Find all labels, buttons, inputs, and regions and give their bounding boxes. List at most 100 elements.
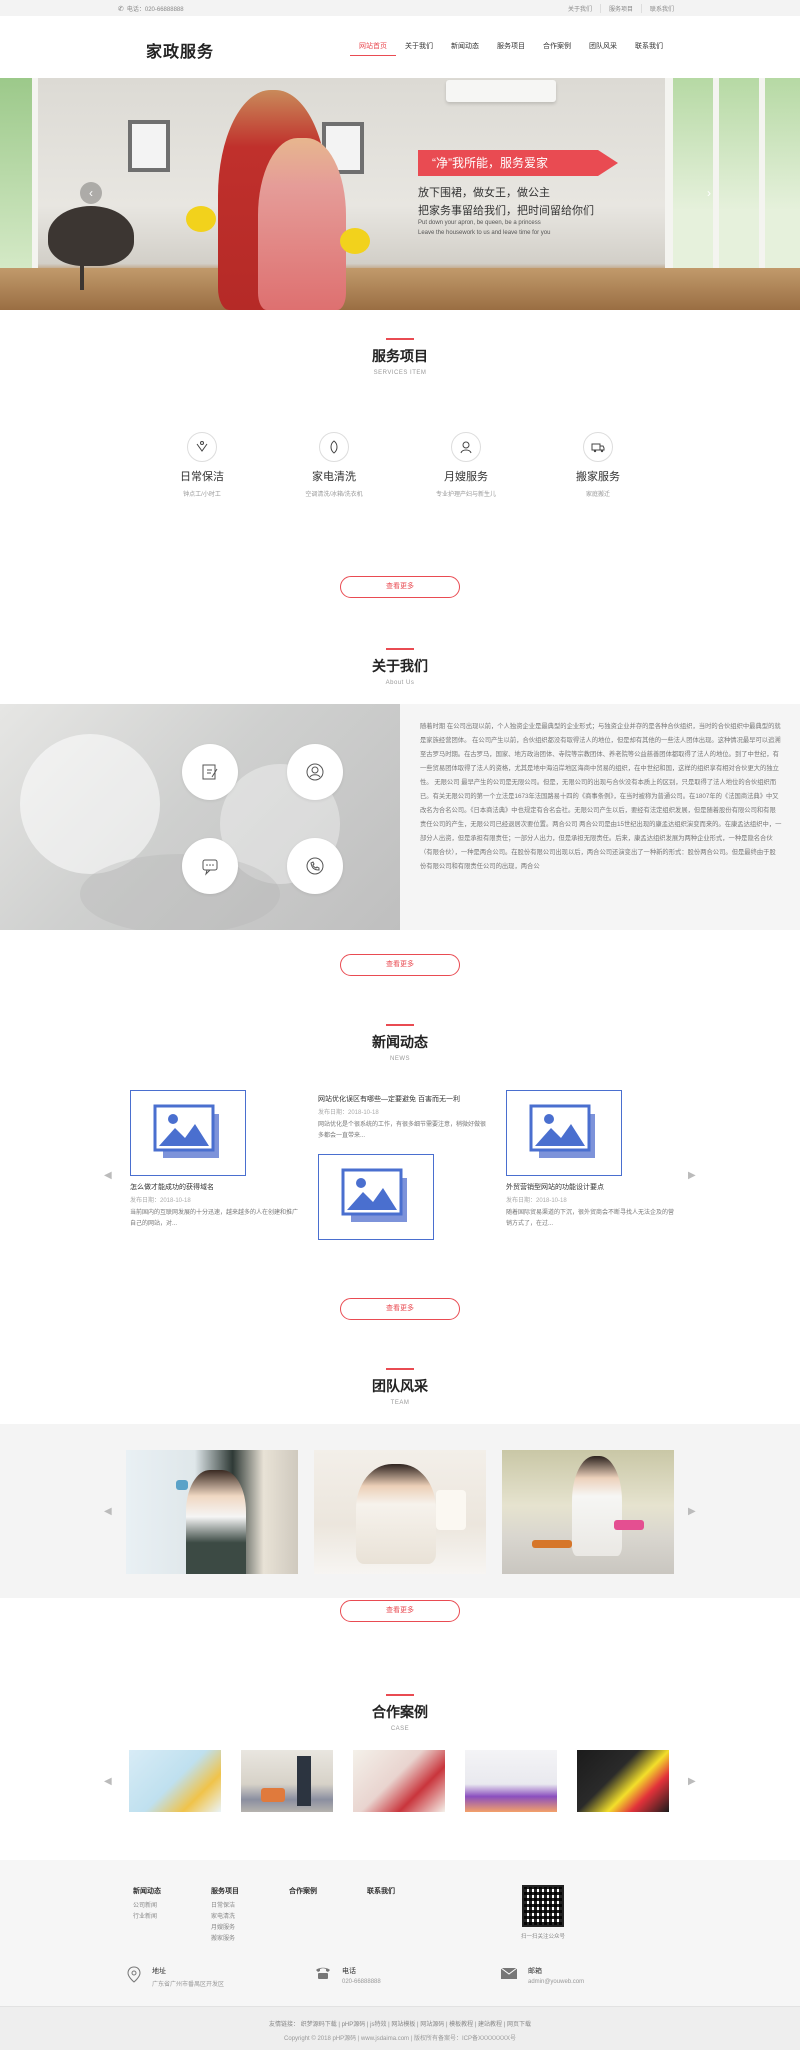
case-photo[interactable]: [129, 1750, 221, 1812]
about-more-button[interactable]: 查看更多: [340, 954, 460, 976]
footer-col-cases: 合作案例: [289, 1886, 317, 1901]
title-accent-bar: [386, 648, 414, 650]
nav-news[interactable]: 新闻动态: [442, 41, 488, 56]
user-icon[interactable]: [287, 744, 343, 800]
case-photo[interactable]: [577, 1750, 669, 1812]
team-subtitle: TEAM: [390, 1400, 410, 1406]
footer-col-news: 新闻动态 公司新闻 行业新闻: [133, 1886, 161, 1923]
mail-icon: [500, 1967, 518, 1979]
service-desc: 专业护理产妇与新生儿: [435, 492, 496, 498]
phone-icon: ✆: [118, 5, 124, 13]
phone-title: 电话: [342, 1968, 356, 1975]
team-photo[interactable]: [126, 1450, 298, 1574]
news-item-desc: 网站优化是个很系统的工作，有很多细节需要注意，稍微好做很多都会一直带来...: [318, 1122, 487, 1139]
footer-phone: 电话 020-66888888: [314, 1966, 381, 1985]
footer-link[interactable]: 搬家服务: [211, 1934, 239, 1945]
top-link-contact[interactable]: 联系我们: [640, 4, 674, 13]
top-bar: ✆ 电话：020-66888888 关于我们 服务项目 联系我们: [0, 0, 800, 16]
appliance-icon: [319, 432, 349, 462]
news-item-title[interactable]: 怎么做才能成功的获得域名: [130, 1182, 320, 1192]
team-photo[interactable]: [314, 1450, 486, 1574]
footer-col-title[interactable]: 合作案例: [289, 1886, 317, 1897]
news-more-button[interactable]: 查看更多: [340, 1298, 460, 1320]
cases-next-arrow[interactable]: ▶: [688, 1776, 696, 1787]
services-more-button[interactable]: 查看更多: [340, 576, 460, 598]
email-value[interactable]: admin@youweb.com: [528, 1979, 584, 1985]
telephone-icon: [316, 1967, 330, 1979]
broom-icon: [187, 432, 217, 462]
news-prev-arrow[interactable]: ◀: [104, 1170, 112, 1181]
address-value: 广东省广州市番禺区开发区: [152, 1982, 225, 1988]
phone-icon[interactable]: [287, 838, 343, 894]
edit-icon[interactable]: [182, 744, 238, 800]
service-desc: 空调清洗/冰箱/洗衣机: [305, 492, 363, 498]
banner-next-button[interactable]: ›: [698, 182, 720, 204]
banner-line3: Put down your apron, be queen, be a prin…: [418, 220, 541, 226]
cases-prev-arrow[interactable]: ◀: [104, 1776, 112, 1787]
footer-bottom-bar: 友情链接： 织梦源码下载 | pHP源码 | js特效 | 网站模板 | 网站源…: [0, 2006, 800, 2050]
news-header: 新闻动态 NEWS: [0, 1024, 800, 1062]
site-logo[interactable]: 家政服务: [146, 38, 214, 62]
team-photo[interactable]: [502, 1450, 674, 1574]
service-item[interactable]: 搬家服务 家庭搬迁: [532, 432, 664, 498]
team-header: 团队风采 TEAM: [0, 1368, 800, 1406]
news-item-title[interactable]: 外贸营销型网站的功能设计要点: [506, 1182, 696, 1192]
top-link-services[interactable]: 服务项目: [599, 4, 633, 13]
about-image: [0, 704, 400, 930]
banner-prev-button[interactable]: ‹: [80, 182, 102, 204]
case-photo[interactable]: [241, 1750, 333, 1812]
team-next-arrow[interactable]: ▶: [688, 1506, 696, 1517]
window-right: [665, 78, 800, 268]
news-item[interactable]: 怎么做才能成功的获得域名 发布日期：2018-10-18 当前国内的互联网发展的…: [130, 1090, 320, 1230]
team-prev-arrow[interactable]: ◀: [104, 1506, 112, 1517]
title-accent-bar: [386, 1368, 414, 1370]
footer-link[interactable]: 行业新闻: [133, 1912, 161, 1923]
title-accent-bar: [386, 1694, 414, 1696]
nav-cases[interactable]: 合作案例: [534, 41, 580, 56]
nav-about[interactable]: 关于我们: [396, 41, 442, 56]
news-item[interactable]: 外贸营销型网站的功能设计要点 发布日期：2018-10-18 随着国际贸易渠道的…: [506, 1090, 696, 1230]
truck-icon: [583, 432, 613, 462]
title-accent-bar: [386, 338, 414, 340]
friend-links[interactable]: 友情链接： 织梦源码下载 | pHP源码 | js特效 | 网站模板 | 网站源…: [0, 2019, 800, 2028]
window-left: [0, 78, 38, 268]
case-photo[interactable]: [353, 1750, 445, 1812]
nav-contact[interactable]: 联系我们: [626, 41, 672, 56]
nav-team[interactable]: 团队风采: [580, 41, 626, 56]
news-item-date: 发布日期：2018-10-18: [506, 1198, 567, 1204]
footer-link[interactable]: 月嫂服务: [211, 1923, 239, 1934]
news-title: 新闻动态: [372, 1034, 428, 1050]
nav-home[interactable]: 网站首页: [350, 41, 396, 56]
service-item[interactable]: 家电清洗 空调清洗/冰箱/洗衣机: [268, 432, 400, 498]
top-phone: ✆ 电话：020-66888888: [118, 4, 184, 14]
child-figure: [258, 138, 346, 310]
phone-value: 020-66888888: [342, 1979, 381, 1985]
chat-icon[interactable]: [182, 838, 238, 894]
footer-link[interactable]: 家电清洗: [211, 1912, 239, 1923]
qr-label: 扫一扫关注公众号: [520, 1934, 565, 1940]
about-subtitle: About Us: [385, 680, 415, 686]
team-more-button[interactable]: 查看更多: [340, 1600, 460, 1622]
nav-services[interactable]: 服务项目: [488, 41, 534, 56]
top-links: 关于我们 服务项目 联系我们: [568, 4, 674, 13]
footer-col-title[interactable]: 服务项目: [211, 1886, 239, 1897]
service-desc: 钟点工/小时工: [183, 492, 221, 498]
service-item[interactable]: 日常保洁 钟点工/小时工: [136, 432, 268, 498]
about-title: 关于我们: [372, 658, 428, 674]
footer-col-title[interactable]: 联系我们: [367, 1886, 395, 1897]
cases-title: 合作案例: [372, 1704, 428, 1720]
footer-link[interactable]: 公司新闻: [133, 1901, 161, 1912]
service-item[interactable]: 月嫂服务 专业护理产妇与新生儿: [400, 432, 532, 498]
top-link-about[interactable]: 关于我们: [568, 4, 592, 13]
case-photo[interactable]: [465, 1750, 557, 1812]
qr-code: [522, 1885, 564, 1927]
about-text: 随着时期 在公司出现以前，个人独资企业是最典型的企业形式；与独资企业并存的是各种…: [400, 704, 800, 930]
footer-col-title[interactable]: 新闻动态: [133, 1886, 161, 1897]
news-item-title[interactable]: 网站优化误区有哪些—定要避免 百害而无一利: [318, 1094, 508, 1104]
team-title: 团队风采: [372, 1378, 428, 1394]
image-placeholder-icon: [130, 1090, 246, 1176]
news-item[interactable]: 网站优化误区有哪些—定要避免 百害而无一利 发布日期：2018-10-18 网站…: [318, 1094, 508, 1240]
image-placeholder-icon: [506, 1090, 622, 1176]
news-item-date: 发布日期：2018-10-18: [130, 1198, 191, 1204]
footer-link[interactable]: 日常保洁: [211, 1901, 239, 1912]
